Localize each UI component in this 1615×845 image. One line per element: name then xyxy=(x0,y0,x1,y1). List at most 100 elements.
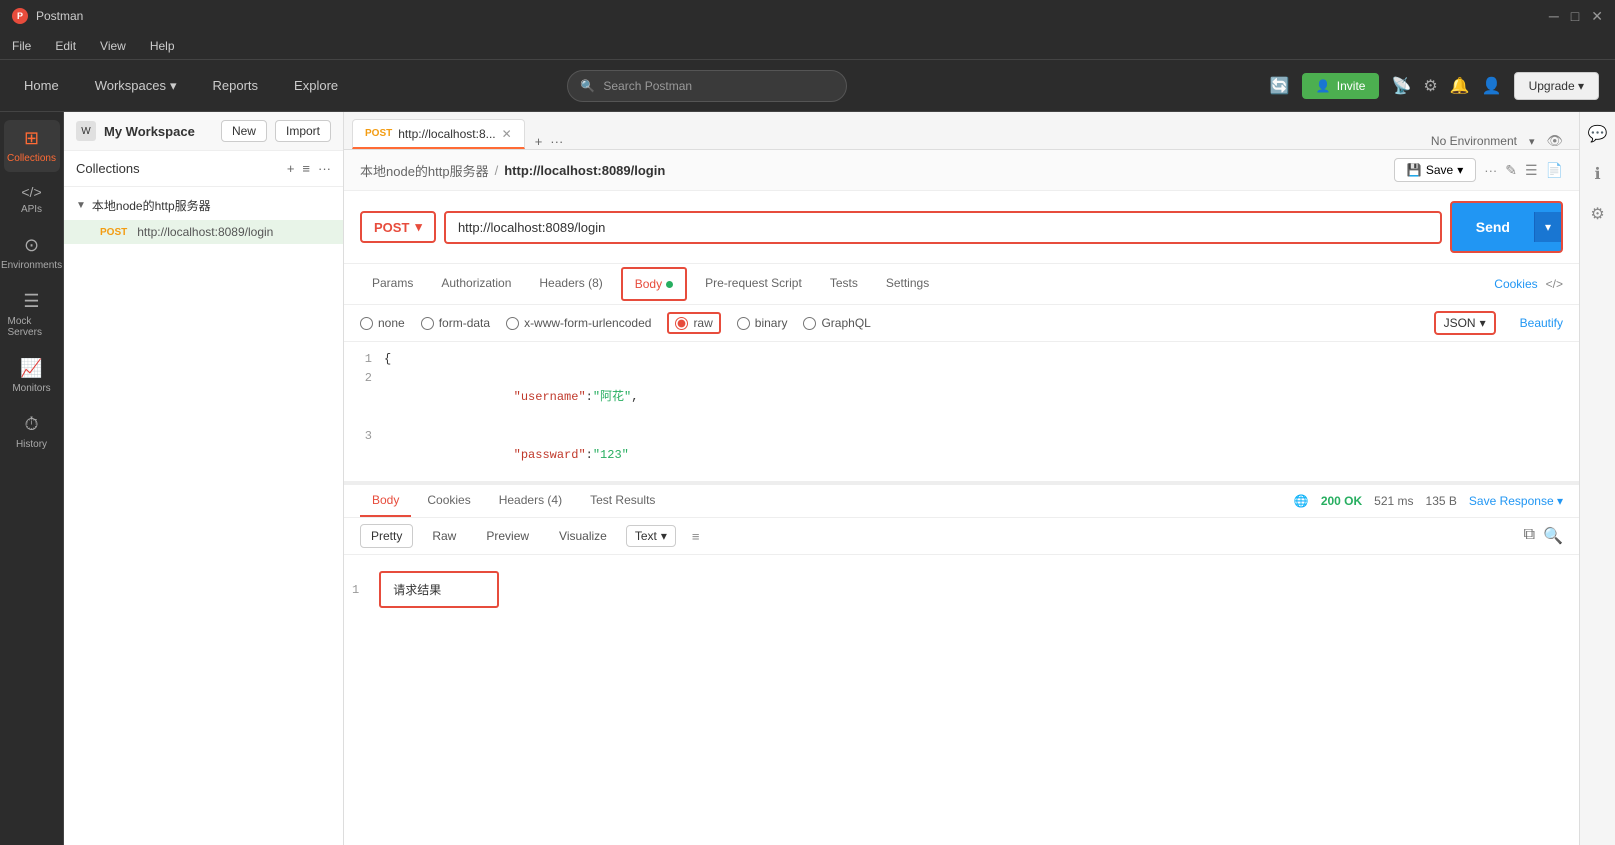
collection-node[interactable]: ▼ 本地node的http服务器 xyxy=(64,191,343,220)
format-visualize[interactable]: Visualize xyxy=(548,524,618,548)
more-options-icon[interactable]: ··· xyxy=(318,161,331,176)
nav-workspaces[interactable]: Workspaces ▾ xyxy=(87,74,185,98)
broadcast-icon[interactable]: 📡 xyxy=(1391,76,1411,96)
nav-home[interactable]: Home xyxy=(16,74,67,97)
tab-params[interactable]: Params xyxy=(360,268,425,300)
endpoint-item[interactable]: POST http://localhost:8089/login xyxy=(64,220,343,244)
invite-button[interactable]: 👤 Invite xyxy=(1302,73,1380,99)
breadcrumb-separator: / xyxy=(495,163,499,178)
filter-icon[interactable]: ≡ xyxy=(692,529,700,544)
profile-icon[interactable]: 👤 xyxy=(1482,76,1502,96)
add-collection-icon[interactable]: + xyxy=(287,161,295,176)
json-format-selector[interactable]: JSON ▾ xyxy=(1434,311,1496,335)
edit-icon[interactable]: ✎ xyxy=(1505,162,1517,179)
format-raw[interactable]: Raw xyxy=(421,524,467,548)
cookies-link[interactable]: Cookies xyxy=(1494,277,1537,291)
resp-tab-cookies[interactable]: Cookies xyxy=(415,485,482,517)
monitors-icon: 📈 xyxy=(20,358,42,379)
send-main-button[interactable]: Send xyxy=(1452,211,1534,243)
resp-tab-headers[interactable]: Headers (4) xyxy=(487,485,574,517)
tab-settings[interactable]: Settings xyxy=(874,268,941,300)
radio-graphql[interactable]: GraphQL xyxy=(803,316,870,330)
resp-tab-body[interactable]: Body xyxy=(360,485,411,517)
text-format-selector[interactable]: Text ▾ xyxy=(626,525,676,547)
endpoint-url: http://localhost:8089/login xyxy=(137,225,273,239)
minimize-button[interactable]: ─ xyxy=(1549,8,1559,25)
beautify-button[interactable]: Beautify xyxy=(1520,316,1563,330)
search-response-icon[interactable]: 🔍 xyxy=(1543,526,1563,546)
tab-headers[interactable]: Headers (8) xyxy=(527,268,614,300)
url-input[interactable] xyxy=(444,211,1442,244)
resp-tab-test-results[interactable]: Test Results xyxy=(578,485,667,517)
tab-pre-request-script[interactable]: Pre-request Script xyxy=(693,268,814,300)
menu-file[interactable]: File xyxy=(8,37,35,55)
nav-reports[interactable]: Reports xyxy=(205,74,267,97)
tab-close-icon[interactable]: ✕ xyxy=(502,127,512,141)
sidebar-item-history[interactable]: ⏱ History xyxy=(4,406,60,458)
tab-authorization[interactable]: Authorization xyxy=(429,268,523,300)
method-arrow-icon: ▾ xyxy=(415,219,422,235)
format-pretty[interactable]: Pretty xyxy=(360,524,413,548)
nav-explore[interactable]: Explore xyxy=(286,74,346,97)
method-selector[interactable]: POST ▾ xyxy=(360,211,436,243)
copy-icon[interactable]: ⧉ xyxy=(1524,526,1535,546)
response-status: 🌐 200 OK 521 ms 135 B Save Response ▾ xyxy=(1294,494,1563,508)
resp-line-number: 1 xyxy=(352,583,359,597)
environments-label: Environments xyxy=(1,260,62,271)
maximize-button[interactable]: □ xyxy=(1571,8,1579,25)
response-body: 1 请求结果 xyxy=(344,555,1579,845)
description-icon[interactable]: ☰ xyxy=(1525,162,1538,179)
notifications-icon[interactable]: 🔔 xyxy=(1450,76,1470,96)
response-size: 135 B xyxy=(1426,494,1457,508)
env-arrow-icon[interactable]: ▾ xyxy=(1529,135,1535,148)
add-tab-icon[interactable]: + xyxy=(535,134,543,149)
radio-urlencoded[interactable]: x-www-form-urlencoded xyxy=(506,316,651,330)
window-controls[interactable]: ─ □ ✕ xyxy=(1549,8,1603,25)
tab-tests[interactable]: Tests xyxy=(818,268,870,300)
line-number: 1 xyxy=(344,350,384,369)
new-button[interactable]: New xyxy=(221,120,267,142)
radio-raw[interactable]: raw xyxy=(667,312,720,334)
tab-body[interactable]: Body xyxy=(621,267,687,301)
menu-help[interactable]: Help xyxy=(146,37,179,55)
right-settings-icon[interactable]: ⚙ xyxy=(1586,200,1608,228)
breadcrumb-collection: 本地node的http服务器 xyxy=(360,161,489,180)
no-environment[interactable]: No Environment xyxy=(1431,134,1517,148)
monitors-label: Monitors xyxy=(12,383,50,394)
url-bar: POST ▾ Send ▾ xyxy=(344,191,1579,264)
sync-icon[interactable]: 🔄 xyxy=(1270,76,1290,96)
apis-label: APIs xyxy=(21,204,42,215)
radio-binary[interactable]: binary xyxy=(737,316,788,330)
breadcrumb-more-icon[interactable]: ··· xyxy=(1484,163,1497,178)
settings-icon[interactable]: ⚙ xyxy=(1423,76,1437,96)
code-editor[interactable]: 1 { 2 "username":"阿花", 3 "passward":"123… xyxy=(344,342,1579,482)
sidebar-item-environments[interactable]: ⊙ Environments xyxy=(4,227,60,279)
close-button[interactable]: ✕ xyxy=(1591,8,1603,25)
info-icon[interactable]: 📄 xyxy=(1546,162,1563,179)
save-button[interactable]: 💾 Save ▾ xyxy=(1394,158,1476,182)
sidebar-item-monitors[interactable]: 📈 Monitors xyxy=(4,350,60,402)
format-preview[interactable]: Preview xyxy=(475,524,540,548)
radio-none[interactable]: none xyxy=(360,316,405,330)
sidebar-item-apis[interactable]: </> APIs xyxy=(4,176,60,223)
collections-label: Collections xyxy=(7,153,56,164)
filter-icon[interactable]: ≡ xyxy=(302,161,310,176)
info-panel-icon[interactable]: ℹ xyxy=(1590,160,1604,188)
active-tab[interactable]: POST http://localhost:8... ✕ xyxy=(352,119,525,149)
search-bar[interactable]: 🔍 Search Postman xyxy=(567,70,847,102)
comments-icon[interactable]: 💬 xyxy=(1584,120,1612,148)
workspace-avatar: W xyxy=(76,121,96,141)
upgrade-button[interactable]: Upgrade ▾ xyxy=(1514,72,1599,100)
save-response-button[interactable]: Save Response ▾ xyxy=(1469,494,1563,508)
sidebar-item-mock-servers[interactable]: ☰ Mock Servers xyxy=(4,283,60,346)
import-button[interactable]: Import xyxy=(275,120,331,142)
more-tabs-icon[interactable]: ··· xyxy=(550,134,563,149)
menu-view[interactable]: View xyxy=(96,37,130,55)
radio-form-data[interactable]: form-data xyxy=(421,316,490,330)
menu-edit[interactable]: Edit xyxy=(51,37,80,55)
send-arrow-button[interactable]: ▾ xyxy=(1534,212,1561,242)
code-view-icon[interactable]: </> xyxy=(1546,277,1563,291)
sidebar-item-collections[interactable]: ⊞ Collections xyxy=(4,120,60,172)
eye-icon[interactable]: 👁 xyxy=(1546,133,1563,149)
environments-icon: ⊙ xyxy=(24,235,39,256)
